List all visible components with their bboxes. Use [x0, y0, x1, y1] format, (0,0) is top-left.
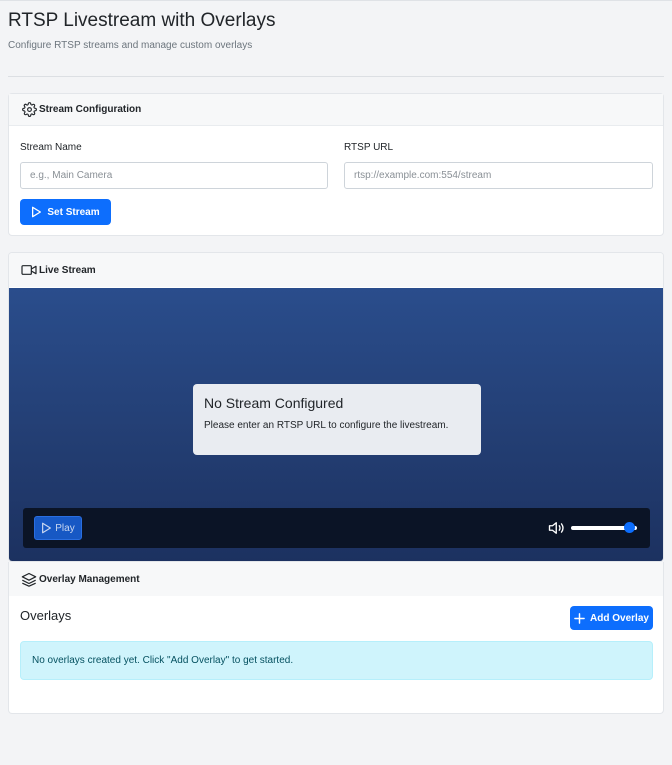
stream-name-label: Stream Name	[20, 142, 82, 153]
set-stream-button[interactable]: Set Stream	[20, 199, 111, 225]
overlay-management-header: Overlay Management	[9, 562, 663, 596]
gear-icon	[21, 102, 37, 118]
rtsp-url-input[interactable]	[344, 162, 653, 189]
overlay-management-title: Overlay Management	[39, 573, 140, 585]
play-button[interactable]: Play	[34, 516, 82, 540]
volume-icon[interactable]	[548, 520, 566, 536]
player-controls: Play	[23, 508, 650, 548]
stream-configuration-title: Stream Configuration	[39, 104, 142, 115]
layers-icon	[21, 571, 37, 587]
volume-slider-thumb[interactable]	[623, 522, 635, 533]
play-icon	[42, 522, 52, 534]
rtsp-url-label: RTSP URL	[344, 142, 394, 153]
no-stream-message: No Stream Configured Please enter an RTS…	[193, 384, 481, 455]
no-stream-title: No Stream Configured	[204, 395, 344, 411]
live-stream-title: Live Stream	[39, 264, 96, 276]
page-subtitle: Configure RTSP streams and manage custom…	[8, 40, 253, 51]
plus-icon	[574, 612, 585, 624]
live-stream-card: Live Stream No Stream Configured Please …	[8, 252, 664, 562]
add-overlay-button[interactable]: Add Overlay	[570, 606, 653, 630]
overlay-management-card: Overlay Management Overlays Add Overlay …	[8, 562, 664, 714]
add-overlay-label: Add Overlay	[590, 612, 649, 624]
stream-configuration-card: Stream Configuration Stream Name RTSP UR…	[8, 93, 664, 236]
stream-name-input[interactable]	[20, 162, 328, 189]
video-camera-icon	[21, 262, 37, 278]
overlays-title: Overlays	[20, 608, 72, 623]
video-player[interactable]: No Stream Configured Please enter an RTS…	[9, 288, 663, 561]
play-icon	[32, 206, 42, 218]
page-title: RTSP Livestream with Overlays	[8, 10, 276, 31]
top-border	[0, 0, 672, 1]
header-divider	[8, 76, 664, 77]
no-stream-text: Please enter an RTSP URL to configure th…	[204, 420, 449, 431]
empty-overlays-alert: No overlays created yet. Click "Add Over…	[20, 641, 653, 680]
live-stream-header: Live Stream	[9, 253, 663, 287]
play-label: Play	[55, 522, 75, 534]
set-stream-label: Set Stream	[47, 206, 100, 218]
stream-configuration-header: Stream Configuration	[9, 94, 663, 126]
